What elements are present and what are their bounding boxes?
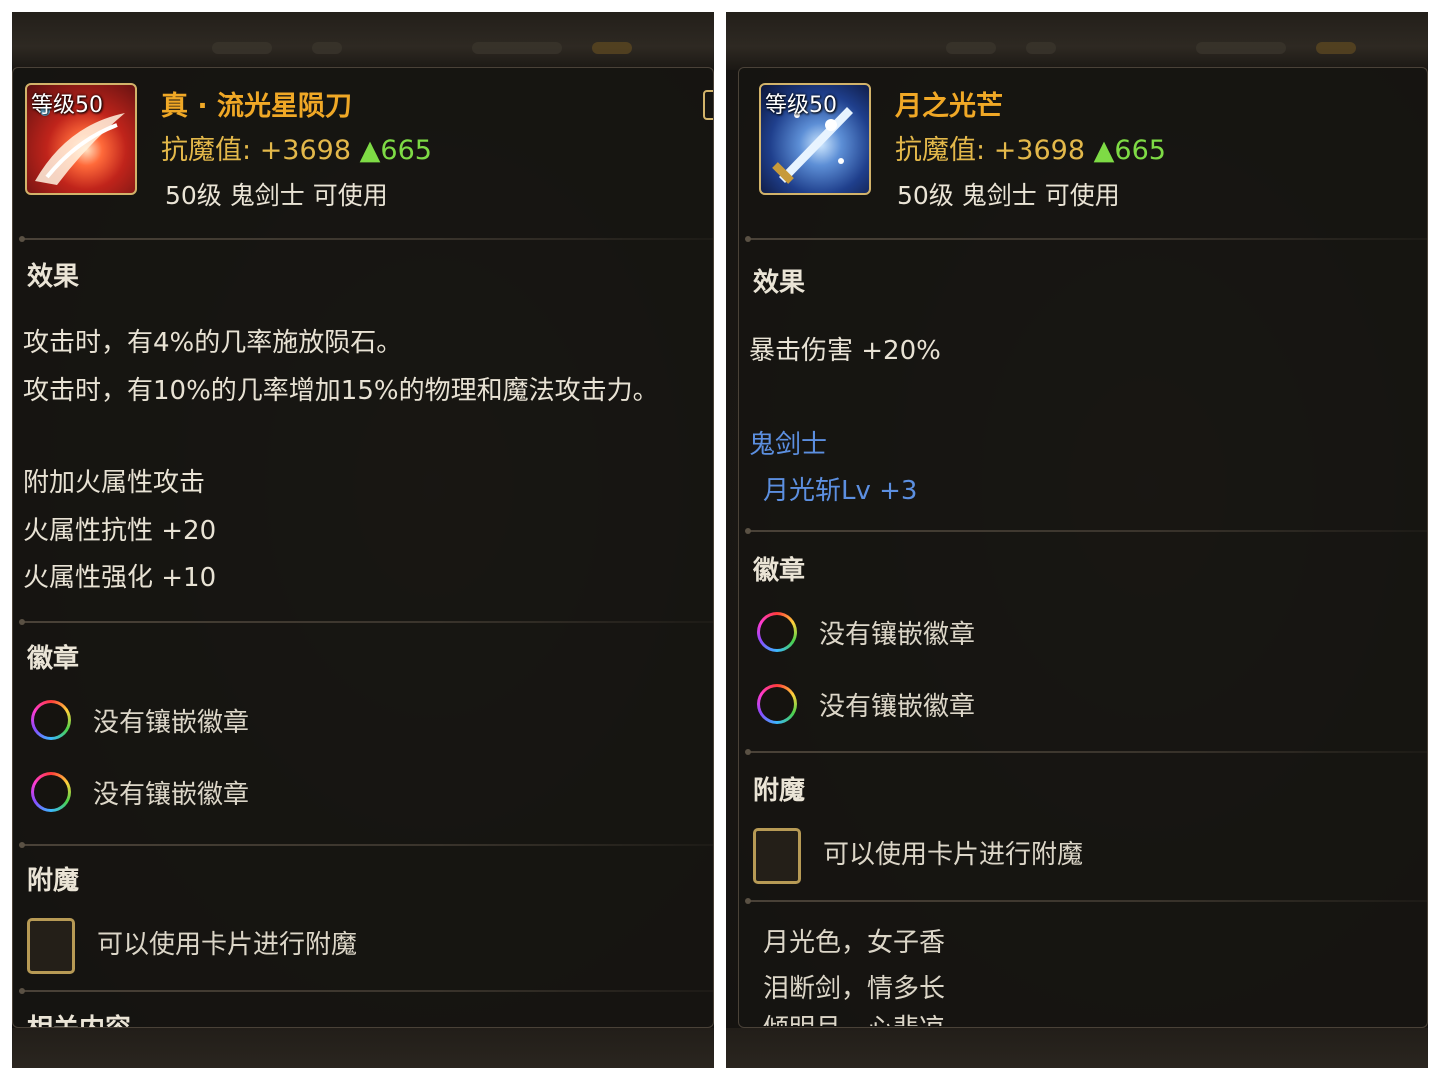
anti-magic-label: 抗魔值: <box>895 135 994 166</box>
item-level-tag: 等级50 <box>31 93 103 118</box>
empty-emblem-icon <box>757 612 797 652</box>
anti-magic-increase: ▲665 <box>1093 135 1166 166</box>
item-tooltip-card: 等级50 月之光芒 抗魔值: +3698 ▲665 50级 鬼剑士 可使用 效果… <box>738 67 1428 1028</box>
flavor-line-2: 泪断剑，情多长 <box>763 974 946 1004</box>
item-level-tag: 等级50 <box>765 93 837 118</box>
requirement-text: 50级 鬼剑士 可使用 <box>897 181 1120 210</box>
right-item-screenshot: 等级50 月之光芒 抗魔值: +3698 ▲665 50级 鬼剑士 可使用 效果… <box>726 12 1428 1068</box>
empty-emblem-icon <box>31 772 71 812</box>
flavor-line-3: 倾明月，心悲凉 <box>763 1012 945 1026</box>
item-tooltip-card: 等级50 真 · 流光星陨刀 抗魔值: +3698 ▲665 50级 鬼剑士 可… <box>12 67 714 1028</box>
enchant-card-label: 可以使用卡片进行附魔 <box>823 840 1084 870</box>
section-divider <box>745 528 1427 534</box>
anti-magic-increase: ▲665 <box>359 135 432 166</box>
enchant-section-title: 附魔 <box>753 776 806 806</box>
background-toolbar-strip <box>12 12 714 70</box>
anti-magic-label: 抗魔值: <box>161 135 260 166</box>
section-divider <box>745 898 1427 904</box>
class-name: 鬼剑士 <box>749 430 828 460</box>
corner-marker <box>703 90 713 120</box>
related-content-title: 相关内容 <box>27 1012 131 1027</box>
anti-magic-value: +3698 <box>993 135 1086 166</box>
enchant-card-slot[interactable] <box>753 828 801 884</box>
emblem-slot-label: 没有镶嵌徽章 <box>93 780 250 810</box>
item-header: 等级50 真 · 流光星陨刀 抗魔值: +3698 ▲665 50级 鬼剑士 可… <box>13 68 713 233</box>
empty-emblem-icon <box>757 684 797 724</box>
item-name: 月之光芒 <box>895 91 1003 122</box>
emblem-section-title: 徽章 <box>753 556 806 586</box>
section-divider <box>745 236 1427 242</box>
item-header: 等级50 月之光芒 抗魔值: +3698 ▲665 50级 鬼剑士 可使用 <box>739 68 1427 233</box>
item-name: 真 · 流光星陨刀 <box>161 91 353 122</box>
background-bottom-strip <box>726 1028 1428 1068</box>
empty-emblem-icon <box>31 700 71 740</box>
section-divider <box>19 988 713 994</box>
effect-line-2: 攻击时，有10%的几率增加15%的物理和魔法攻击力。 <box>23 376 659 406</box>
effect-line-1: 攻击时，有4%的几率施放陨石。 <box>23 328 403 358</box>
effect-line: 暴击伤害 +20% <box>749 336 941 366</box>
emblem-slot-label: 没有镶嵌徽章 <box>93 708 250 738</box>
section-divider <box>745 749 1427 755</box>
section-divider <box>19 842 713 848</box>
stat-line-3: 火属性强化 +10 <box>23 563 217 593</box>
background-toolbar-strip <box>726 12 1428 70</box>
left-item-screenshot: 等级50 真 · 流光星陨刀 抗魔值: +3698 ▲665 50级 鬼剑士 可… <box>12 12 714 1068</box>
section-divider <box>19 236 713 242</box>
emblem-section-title: 徽章 <box>27 644 80 674</box>
section-divider <box>19 619 713 625</box>
emblem-slot-label: 没有镶嵌徽章 <box>819 620 976 650</box>
item-icon[interactable]: 等级50 <box>25 83 137 195</box>
enchant-card-label: 可以使用卡片进行附魔 <box>97 930 358 960</box>
stat-line-1: 附加火属性攻击 <box>23 468 206 498</box>
anti-magic-line: 抗魔值: +3698 ▲665 <box>895 128 1166 167</box>
flavor-line-1: 月光色，女子香 <box>763 928 946 958</box>
anti-magic-line: 抗魔值: +3698 ▲665 <box>161 128 432 167</box>
enchant-section-title: 附魔 <box>27 866 80 896</box>
anti-magic-value: +3698 <box>259 135 352 166</box>
item-icon[interactable]: 等级50 <box>759 83 871 195</box>
enchant-card-slot[interactable] <box>27 918 75 974</box>
requirement-text: 50级 鬼剑士 可使用 <box>165 181 388 210</box>
emblem-slot-label: 没有镶嵌徽章 <box>819 692 976 722</box>
effect-section-title: 效果 <box>27 262 80 292</box>
effect-section-title: 效果 <box>753 268 806 298</box>
background-bottom-strip <box>12 1028 714 1068</box>
class-skill-bonus: 月光斩Lv +3 <box>763 476 918 506</box>
stat-line-2: 火属性抗性 +20 <box>23 516 217 546</box>
